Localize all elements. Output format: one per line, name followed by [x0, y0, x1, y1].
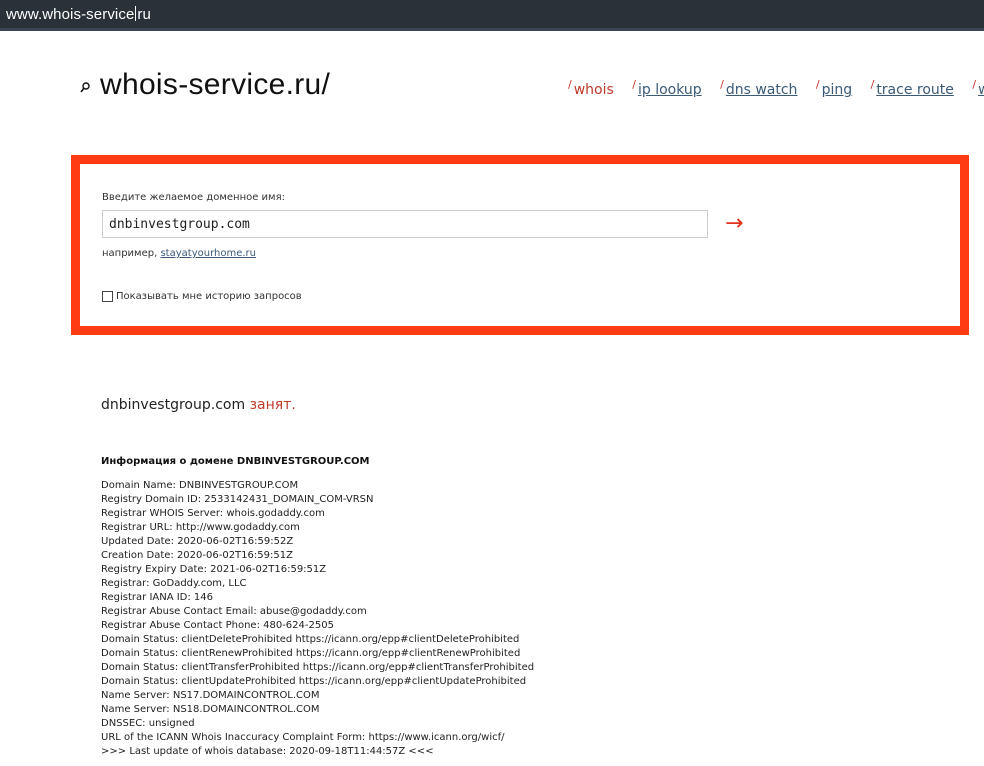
example-hint: например, stayatyourhome.ru [102, 248, 256, 259]
nav-label: wh [978, 82, 984, 98]
nav-label: dns watch [725, 82, 798, 98]
whois-line: Domain Status: clientUpdateProhibited ht… [101, 676, 527, 687]
whois-line: Domain Status: clientRenewProhibited htt… [101, 648, 521, 659]
nav-tick-icon: / [870, 78, 875, 91]
browser-address-bar[interactable]: www.whois-service ru [0, 0, 984, 31]
whois-line: Registrar URL: http://www.godaddy.com [101, 522, 300, 533]
result-domain: dnbinvestgroup.com [101, 397, 246, 413]
whois-line: Domain Name: DNBINVESTGROUP.COM [101, 480, 299, 491]
nav-whois[interactable]: / whois [568, 78, 614, 98]
whois-line: Domain Status: clientTransferProhibited … [101, 662, 535, 673]
example-link[interactable]: stayatyourhome.ru [160, 248, 256, 259]
whois-line: Registrar IANA ID: 146 [101, 592, 214, 603]
whois-line: Registrar Abuse Contact Phone: 480-624-2… [101, 620, 334, 631]
whois-line: Creation Date: 2020-06-02T16:59:51Z [101, 550, 293, 561]
result-status: занят. [249, 397, 296, 413]
nav-tick-icon: / [815, 78, 820, 91]
nav-tick-icon: / [972, 78, 977, 91]
whois-line: URL of the ICANN Whois Inaccuracy Compla… [101, 732, 505, 743]
history-option[interactable]: Показывать мне историю запросов [102, 291, 302, 302]
address-url[interactable]: www.whois-service ru [6, 6, 151, 23]
nav-more[interactable]: /wh [972, 78, 984, 98]
submit-arrow-icon[interactable]: → [725, 210, 743, 238]
top-navigation: / whois / ip lookup / dns watch / ping / trac… [568, 78, 984, 98]
whois-line: Registrar: GoDaddy.com, LLC [101, 578, 247, 589]
whois-line: Registry Expiry Date: 2021-06-02T16:59:5… [101, 564, 327, 575]
nav-label: ip lookup [637, 82, 702, 98]
whois-line: Updated Date: 2020-06-02T16:59:52Z [101, 536, 294, 547]
nav-label: ping [821, 82, 853, 98]
whois-line: Name Server: NS17.DOMAINCONTROL.COM [101, 690, 320, 701]
nav-tick-icon: / [720, 78, 724, 91]
history-checkbox[interactable] [102, 291, 113, 302]
nav-label: whois [573, 82, 614, 98]
whois-line: Name Server: NS18.DOMAINCONTROL.COM [101, 704, 320, 715]
history-label[interactable]: Показывать мне историю запросов [116, 291, 302, 302]
whois-line: DNSSEC: unsigned [101, 718, 195, 729]
url-text-before-caret: www.whois-service [6, 6, 135, 23]
nav-dns-watch[interactable]: / dns watch [720, 78, 797, 98]
whois-line: Registrar WHOIS Server: whois.godaddy.co… [101, 508, 325, 519]
example-prefix: например, [102, 248, 158, 259]
whois-line: Registry Domain ID: 2533142431_DOMAIN_CO… [101, 494, 374, 505]
whois-line: Registrar Abuse Contact Email: abuse@god… [101, 606, 367, 617]
domain-input-label: Введите желаемое доменное имя: [102, 192, 285, 203]
nav-trace-route[interactable]: / trace route [871, 78, 954, 98]
nav-ping[interactable]: / ping [816, 78, 852, 98]
whois-line: >>> Last update of whois database: 2020-… [101, 746, 434, 757]
domain-input[interactable] [102, 210, 708, 238]
domain-search-panel: Введите желаемое доменное имя: → наприме… [71, 155, 969, 335]
nav-label: trace route [876, 82, 954, 98]
nav-tick-icon: / [632, 78, 636, 91]
whois-record: Domain Name: DNBINVESTGROUP.COM Registry… [101, 479, 534, 759]
search-icon [80, 82, 90, 93]
nav-tick-icon: / [568, 78, 572, 91]
nav-ip-lookup[interactable]: / ip lookup [632, 78, 701, 98]
domain-info-title: Информация о домене DNBINVESTGROUP.COM [101, 456, 370, 467]
whois-line: Domain Status: clientDeleteProhibited ht… [101, 634, 520, 645]
site-logo[interactable]: whois-service.ru/ [100, 68, 330, 102]
url-text-after-caret: ru [137, 6, 151, 23]
result-summary: dnbinvestgroup.com занят. [101, 397, 296, 413]
